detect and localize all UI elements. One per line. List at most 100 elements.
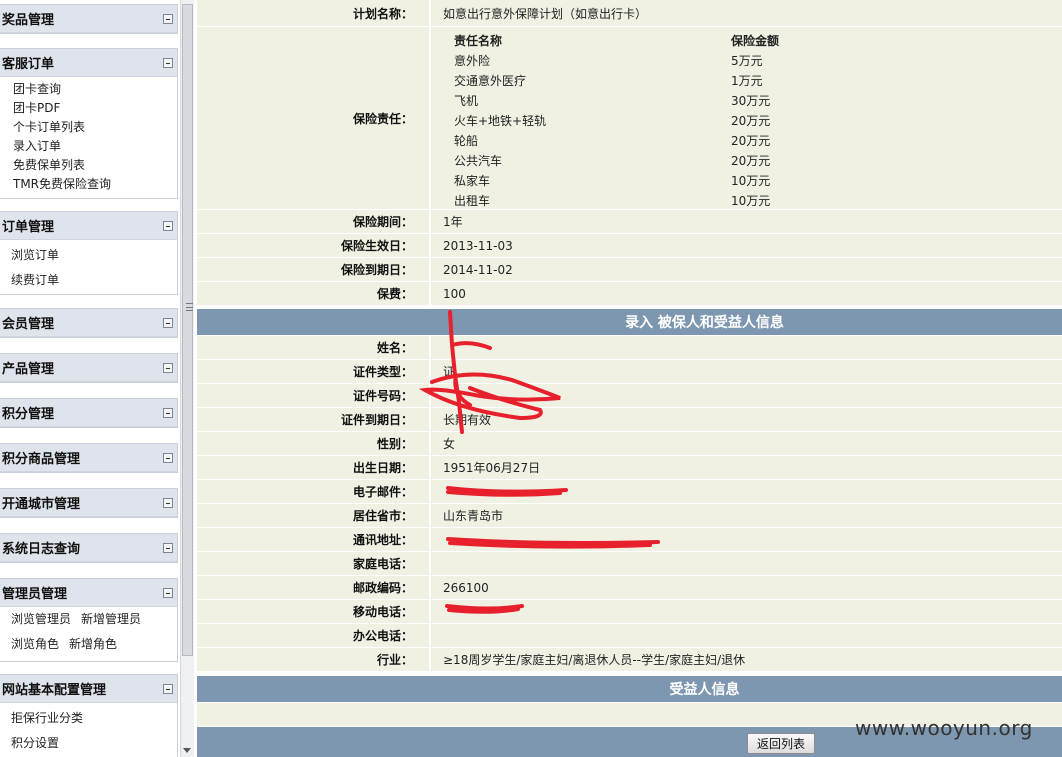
insured-field-row: 邮政编码： 266100 — [197, 576, 1062, 599]
sidebar-section-title: 会员管理 — [2, 317, 55, 332]
coverage-amount: 30万元 — [731, 93, 771, 108]
sidebar-section-header[interactable]: 管理员管理 — [0, 579, 177, 607]
sidebar-section-header[interactable]: 开通城市管理 — [0, 489, 177, 517]
plan-name-row: 计划名称： 如意出行意外保障计划（如意出行卡） — [197, 0, 1062, 26]
field-label: 姓名： — [197, 336, 431, 359]
sidebar-section: 会员管理 — [0, 308, 178, 338]
field-value: 女 — [443, 437, 456, 451]
field-label: 家庭电话： — [197, 552, 431, 575]
sidebar-link[interactable]: 新增角色 — [69, 637, 117, 651]
field-value: 山东青岛市 — [443, 509, 504, 523]
sidebar-link[interactable]: 浏览管理员 — [11, 612, 71, 626]
field-value: ≥18周岁学生/家庭主妇/离退休人员--学生/家庭主妇/退休 — [443, 653, 746, 667]
sidebar-section-header[interactable]: 客服订单 — [0, 49, 177, 77]
coverage-name: 火车+地铁+轻轨 — [454, 113, 547, 128]
field-value — [431, 528, 1062, 551]
coverage-header-name: 责任名称 — [454, 33, 503, 48]
sidebar-section-title: 网站基本配置管理 — [2, 683, 107, 698]
insured-field-row: 证件到期日： 长期有效 — [197, 408, 1062, 431]
field-label: 行业： — [197, 648, 431, 671]
collapse-icon[interactable] — [163, 497, 173, 508]
sidebar-section: 客服订单团卡查询 团卡PDF 个卡订单列表 录入订单 免费保单列表 TMR免费保险查询 — [0, 48, 178, 199]
field-label: 计划名称： — [197, 0, 431, 26]
insured-field-row: 办公电话： — [197, 624, 1062, 647]
section-title: 录入 被保人和受益人信息 — [625, 315, 784, 331]
sidebar-section-header[interactable]: 系统日志查询 — [0, 534, 177, 562]
coverage-name: 意外险 — [454, 53, 491, 68]
sidebar-section: 积分商品管理 — [0, 443, 178, 473]
sidebar-section-header[interactable]: 积分管理 — [0, 399, 177, 427]
insured-field-row: 行业： ≥18周岁学生/家庭主妇/离退休人员--学生/家庭主妇/退休 — [197, 648, 1062, 671]
field-label: 保费： — [197, 282, 431, 305]
insured-section-band: 录入 被保人和受益人信息 — [197, 309, 1062, 335]
sidebar-scrollbar[interactable] — [180, 0, 194, 757]
field-label: 性别： — [197, 432, 431, 455]
coverage-line: 私家车 10万元 — [454, 170, 954, 190]
coverage-line: 意外险 5万元 — [454, 50, 954, 70]
field-label: 证件到期日： — [197, 408, 431, 431]
sidebar-section: 积分管理 — [0, 398, 178, 428]
sidebar-section-header[interactable]: 积分商品管理 — [0, 444, 177, 472]
field-label: 邮政编码： — [197, 576, 431, 599]
coverage-name: 公共汽车 — [454, 153, 503, 168]
field-label: 移动电话： — [197, 600, 431, 623]
sidebar-link[interactable]: 新增管理员 — [81, 612, 141, 626]
field-label: 证件类型： — [197, 360, 431, 383]
insured-field-row: 姓名： — [197, 336, 1062, 359]
collapse-icon[interactable] — [163, 407, 173, 418]
sidebar-link[interactable]: 浏览订单 — [11, 243, 177, 268]
sidebar: 奖品管理客服订单团卡查询 团卡PDF 个卡订单列表 录入订单 免费保单列表 TMR免费保险… — [0, 0, 180, 757]
period-value: 1年 — [443, 215, 463, 229]
collapse-icon[interactable] — [163, 220, 173, 231]
sidebar-link[interactable]: 个卡订单列表 — [13, 118, 177, 137]
coverage-header-amount: 保险金额 — [731, 33, 780, 48]
coverage-line: 轮船 20万元 — [454, 130, 954, 150]
insured-field-row: 性别： 女 — [197, 432, 1062, 455]
collapse-icon[interactable] — [163, 542, 173, 553]
field-value — [431, 624, 1062, 647]
sidebar-link[interactable]: 积分设置 — [11, 731, 177, 756]
sidebar-link[interactable]: 团卡PDF — [13, 99, 177, 118]
sidebar-link[interactable]: 团卡查询 — [13, 80, 177, 99]
sidebar-link[interactable]: TMR免费保险查询 — [13, 175, 177, 194]
field-label: 出生日期： — [197, 456, 431, 479]
field-value — [431, 480, 1062, 503]
coverage-amount: 20万元 — [731, 113, 771, 128]
sidebar-section-header[interactable]: 订单管理 — [0, 212, 177, 240]
collapse-icon[interactable] — [163, 57, 173, 68]
sidebar-section-title: 开通城市管理 — [2, 497, 81, 512]
sidebar-link[interactable]: 录入订单 — [13, 137, 177, 156]
collapse-icon[interactable] — [163, 683, 173, 694]
collapse-icon[interactable] — [163, 317, 173, 328]
sidebar-section-header[interactable]: 奖品管理 — [0, 5, 177, 33]
field-label: 保险责任： — [197, 27, 431, 209]
collapse-icon[interactable] — [163, 587, 173, 598]
sidebar-section: 管理员管理浏览管理员 新增管理员浏览角色 新增角色 — [0, 578, 178, 662]
sidebar-link[interactable]: 浏览角色 — [11, 637, 59, 651]
coverage-amount: 5万元 — [731, 53, 763, 68]
coverage-line: 飞机 30万元 — [454, 90, 954, 110]
field-value — [431, 552, 1062, 575]
field-value — [431, 600, 1062, 623]
sidebar-section-header[interactable]: 产品管理 — [0, 354, 177, 382]
sidebar-link[interactable]: 拒保行业分类 — [11, 706, 177, 731]
sidebar-section-header[interactable]: 网站基本配置管理 — [0, 675, 177, 703]
collapse-icon[interactable] — [163, 13, 173, 24]
sidebar-link[interactable]: 续费订单 — [11, 268, 177, 293]
coverage-line: 交通意外医疗 1万元 — [454, 70, 954, 90]
sidebar-section-header[interactable]: 会员管理 — [0, 309, 177, 337]
sidebar-section-title: 奖品管理 — [2, 13, 55, 28]
field-label: 保险到期日： — [197, 258, 431, 281]
back-to-list-button[interactable]: 返回列表 — [747, 733, 816, 754]
end-date-value: 2014-11-02 — [443, 262, 513, 277]
insured-field-row: 电子邮件： — [197, 480, 1062, 503]
beneficiary-section-band: 受益人信息 — [197, 676, 1062, 702]
scrollbar-thumb[interactable] — [182, 4, 193, 656]
coverage-amount: 20万元 — [731, 153, 771, 168]
collapse-icon[interactable] — [163, 362, 173, 373]
collapse-icon[interactable] — [163, 452, 173, 463]
coverage-line: 出租车 10万元 — [454, 190, 954, 210]
sidebar-link[interactable]: 免费保单列表 — [13, 156, 177, 175]
scroll-down-arrow-icon[interactable] — [183, 748, 191, 753]
sidebar-section: 奖品管理 — [0, 4, 178, 34]
